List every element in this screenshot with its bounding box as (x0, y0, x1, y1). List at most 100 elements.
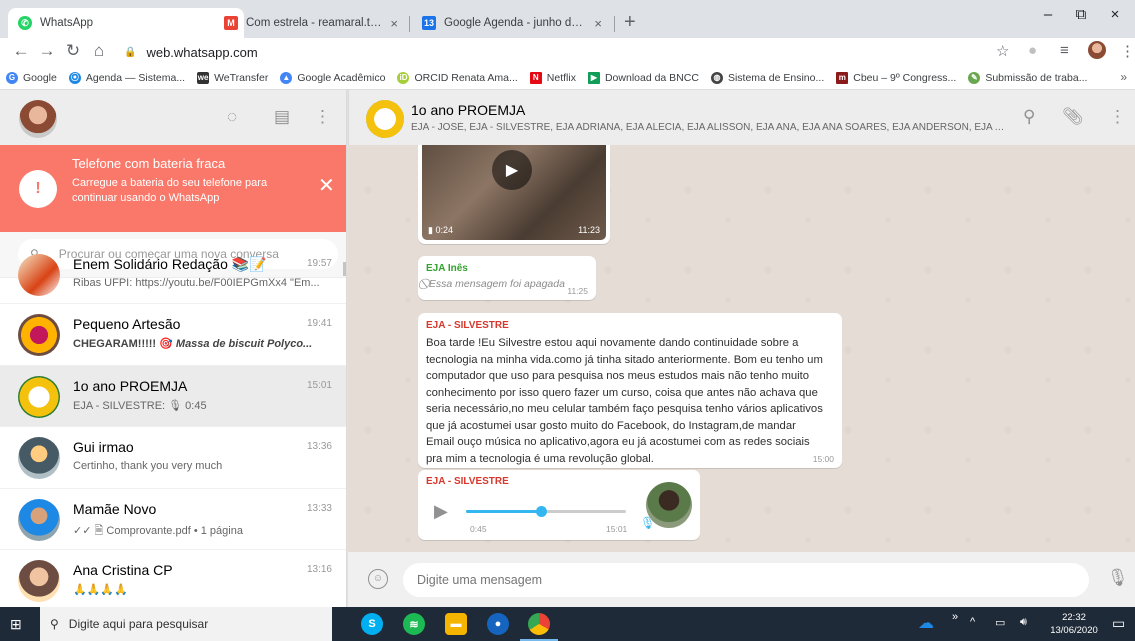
search-icon[interactable]: ⚲ (1023, 107, 1035, 127)
conversation-header[interactable]: 1o ano PROEMJA EJA - JOSÉ, EJA - SILVEST… (348, 90, 1135, 145)
video-message[interactable]: ▶ ▮ 0:24 11:23 (418, 130, 610, 244)
chat-item[interactable]: Gui irmao 13:36 Certinho, thank you very… (0, 427, 346, 489)
bookmark-label: Download da BNCC (604, 71, 699, 84)
chat-name: Ana Cristina CP (73, 562, 173, 578)
video-thumbnail[interactable]: ▶ ▮ 0:24 11:23 (422, 134, 606, 240)
bookmark-sistema-ensino[interactable]: ◍ Sistema de Ensino... (710, 71, 824, 84)
tab-close-icon[interactable]: × (390, 16, 398, 31)
attach-icon[interactable]: 📎︎ (1062, 107, 1084, 127)
bookmark-label: Agenda — Sistema... (85, 71, 186, 84)
taskbar-search[interactable]: ⚲ Digite aqui para pesquisar (40, 607, 332, 641)
forward-icon[interactable]: → (36, 40, 58, 62)
volume-icon[interactable]: 🔊︎ (1020, 616, 1027, 629)
new-chat-icon[interactable]: ▤ (274, 107, 290, 127)
group-avatar[interactable] (366, 100, 404, 138)
tab-close-icon[interactable]: × (594, 16, 602, 31)
skype-icon[interactable]: S (361, 613, 383, 635)
notification-icon[interactable]: ▭ (1112, 615, 1125, 632)
home-icon[interactable]: ⌂ (88, 40, 110, 62)
reading-list-icon[interactable]: ≡ (1060, 42, 1069, 59)
bookmark-netflix[interactable]: N Netflix (529, 71, 576, 84)
system-clock[interactable]: 22:32 13/06/2020 (1044, 611, 1104, 637)
profile-avatar[interactable] (1088, 41, 1106, 59)
message-time: 15:01 (606, 524, 628, 534)
bookmark-orcid[interactable]: iD ORCID Renata Ama... (397, 71, 518, 84)
chat-name: Pequeno Artesão (73, 316, 181, 332)
bookmarks-more-icon[interactable]: » (1120, 70, 1127, 84)
deleted-message: EJA Inês ⃠ Essa mensagem foi apagada 11:… (418, 256, 596, 300)
chat-item[interactable]: Enem Solidário Redação 📚📝 19:57 Ribas UF… (0, 252, 346, 304)
tab-separator (409, 16, 410, 32)
search-icon: ⚲ (50, 617, 59, 631)
status-icon[interactable]: ◌ (227, 107, 237, 127)
scholar-icon: ▲ (280, 71, 293, 84)
battery-alert-mark: ! (35, 180, 41, 197)
gmail-icon: M (224, 16, 238, 30)
tab-whatsapp[interactable]: ✆ WhatsApp × (8, 8, 244, 38)
chat-item[interactable]: Mamãe Novo 13:33 ✓✓ 🗎 Comprovante.pdf • … (0, 489, 346, 550)
message-input[interactable] (403, 563, 1089, 597)
tab-gmail[interactable]: M Com estrela - reamaral.teixeira@ × (214, 8, 408, 38)
drive-icon: ▶ (587, 71, 600, 84)
minimize-button[interactable]: – (1033, 6, 1063, 23)
lock-icon: 🔒 (124, 46, 137, 58)
chat-last-message: EJA - SILVESTRE: 🎙 0:45 (73, 399, 207, 412)
menu-icon[interactable]: ⋮ (1120, 42, 1135, 60)
play-icon[interactable]: ▶ (434, 501, 448, 522)
extension-icon[interactable]: ● (1028, 42, 1037, 59)
chat-item[interactable]: 1o ano PROEMJA 15:01 EJA - SILVESTRE: 🎙 … (0, 365, 346, 427)
taskbar-search-placeholder: Digite aqui para pesquisar (68, 617, 209, 631)
mic-icon[interactable]: 🎙︎ (1107, 568, 1129, 588)
bookmark-cbeu[interactable]: m Cbeu – 9º Congress... (836, 71, 956, 84)
new-tab-button[interactable]: + (624, 12, 636, 32)
bookmark-star-icon[interactable]: ☆ (996, 42, 1009, 60)
bookmark-agenda[interactable]: ⦿ Agenda — Sistema... (68, 71, 186, 84)
chat-name: Mamãe Novo (73, 500, 157, 517)
close-window-button[interactable]: × (1100, 6, 1130, 23)
chat-last-message: ✓✓ 🗎 Comprovante.pdf • 1 página (73, 524, 243, 537)
browser-toolbar: ← → ↻ ⌂ 🔒 web.whatsapp.com ☆ ● ≡ ⋮ (0, 38, 1135, 66)
url-text: web.whatsapp.com (146, 44, 258, 60)
chat-avatar (18, 560, 60, 602)
windows-start-icon[interactable]: ⊞ (10, 616, 22, 633)
tab-google-calendar[interactable]: 13 Google Agenda - junho de 2020 × (412, 8, 612, 38)
maximize-button[interactable]: ⧉ (1066, 6, 1096, 23)
close-icon[interactable]: ✕ (318, 173, 335, 198)
bookmark-google-academico[interactable]: ▲ Google Acadêmico (280, 71, 385, 84)
onedrive-icon[interactable]: ☁ (918, 613, 934, 633)
group-name: 1o ano PROEMJA (411, 102, 526, 118)
back-icon[interactable]: ← (10, 40, 32, 62)
bookmark-bncc[interactable]: ▶ Download da BNCC (587, 71, 699, 84)
chat-item[interactable]: Ana Cristina CP 13:16 🙏🙏🙏🙏 (0, 550, 346, 607)
audio-seek-handle[interactable] (536, 506, 548, 517)
network-icon[interactable]: ▭ (995, 616, 1005, 629)
emoji-icon[interactable]: ☺ (368, 569, 388, 589)
bookmark-google[interactable]: G Google (6, 71, 57, 84)
bookmark-submissao[interactable]: ✎ Submissão de traba... (968, 71, 1087, 84)
tray-expand-icon[interactable]: » (952, 611, 958, 623)
menu-icon[interactable]: ⋮ (314, 107, 331, 127)
scrollbar-thumb[interactable] (343, 262, 346, 276)
chrome-icon[interactable] (520, 613, 558, 641)
audio-progress (466, 510, 542, 513)
play-icon[interactable]: ▶ (492, 150, 532, 190)
address-bar[interactable]: 🔒 web.whatsapp.com (124, 40, 994, 64)
spotify-icon[interactable]: ≋ (403, 613, 425, 635)
battery-warning-subtitle: Carregue a bateria do seu telefone para … (72, 177, 268, 204)
tab-separator (614, 16, 615, 32)
app-icon[interactable]: ● (487, 613, 509, 635)
bookmark-label: Google (23, 71, 57, 84)
file-explorer-icon[interactable]: ▬ (445, 613, 467, 635)
user-avatar[interactable] (19, 100, 57, 138)
message-text: Boa tarde !Eu Silvestre estou aqui novam… (426, 337, 823, 465)
chat-avatar (18, 498, 60, 541)
chat-name: Gui irmao (73, 439, 134, 455)
chat-time: 15:01 (306, 379, 332, 391)
menu-icon[interactable]: ⋮ (1109, 107, 1126, 127)
chat-item[interactable]: Pequeno Artesão 19:41 CHEGARAM!!!!! 🎯 Ma… (0, 304, 346, 366)
bookmark-wetransfer[interactable]: we WeTransfer (197, 71, 268, 84)
reload-icon[interactable]: ↻ (62, 40, 84, 62)
audio-seek-bar[interactable] (466, 506, 626, 517)
chat-last-message: CHEGARAM!!!!! 🎯 Massa de biscuit Polyco.… (73, 337, 335, 350)
chevron-up-icon[interactable]: ^ (970, 616, 975, 628)
